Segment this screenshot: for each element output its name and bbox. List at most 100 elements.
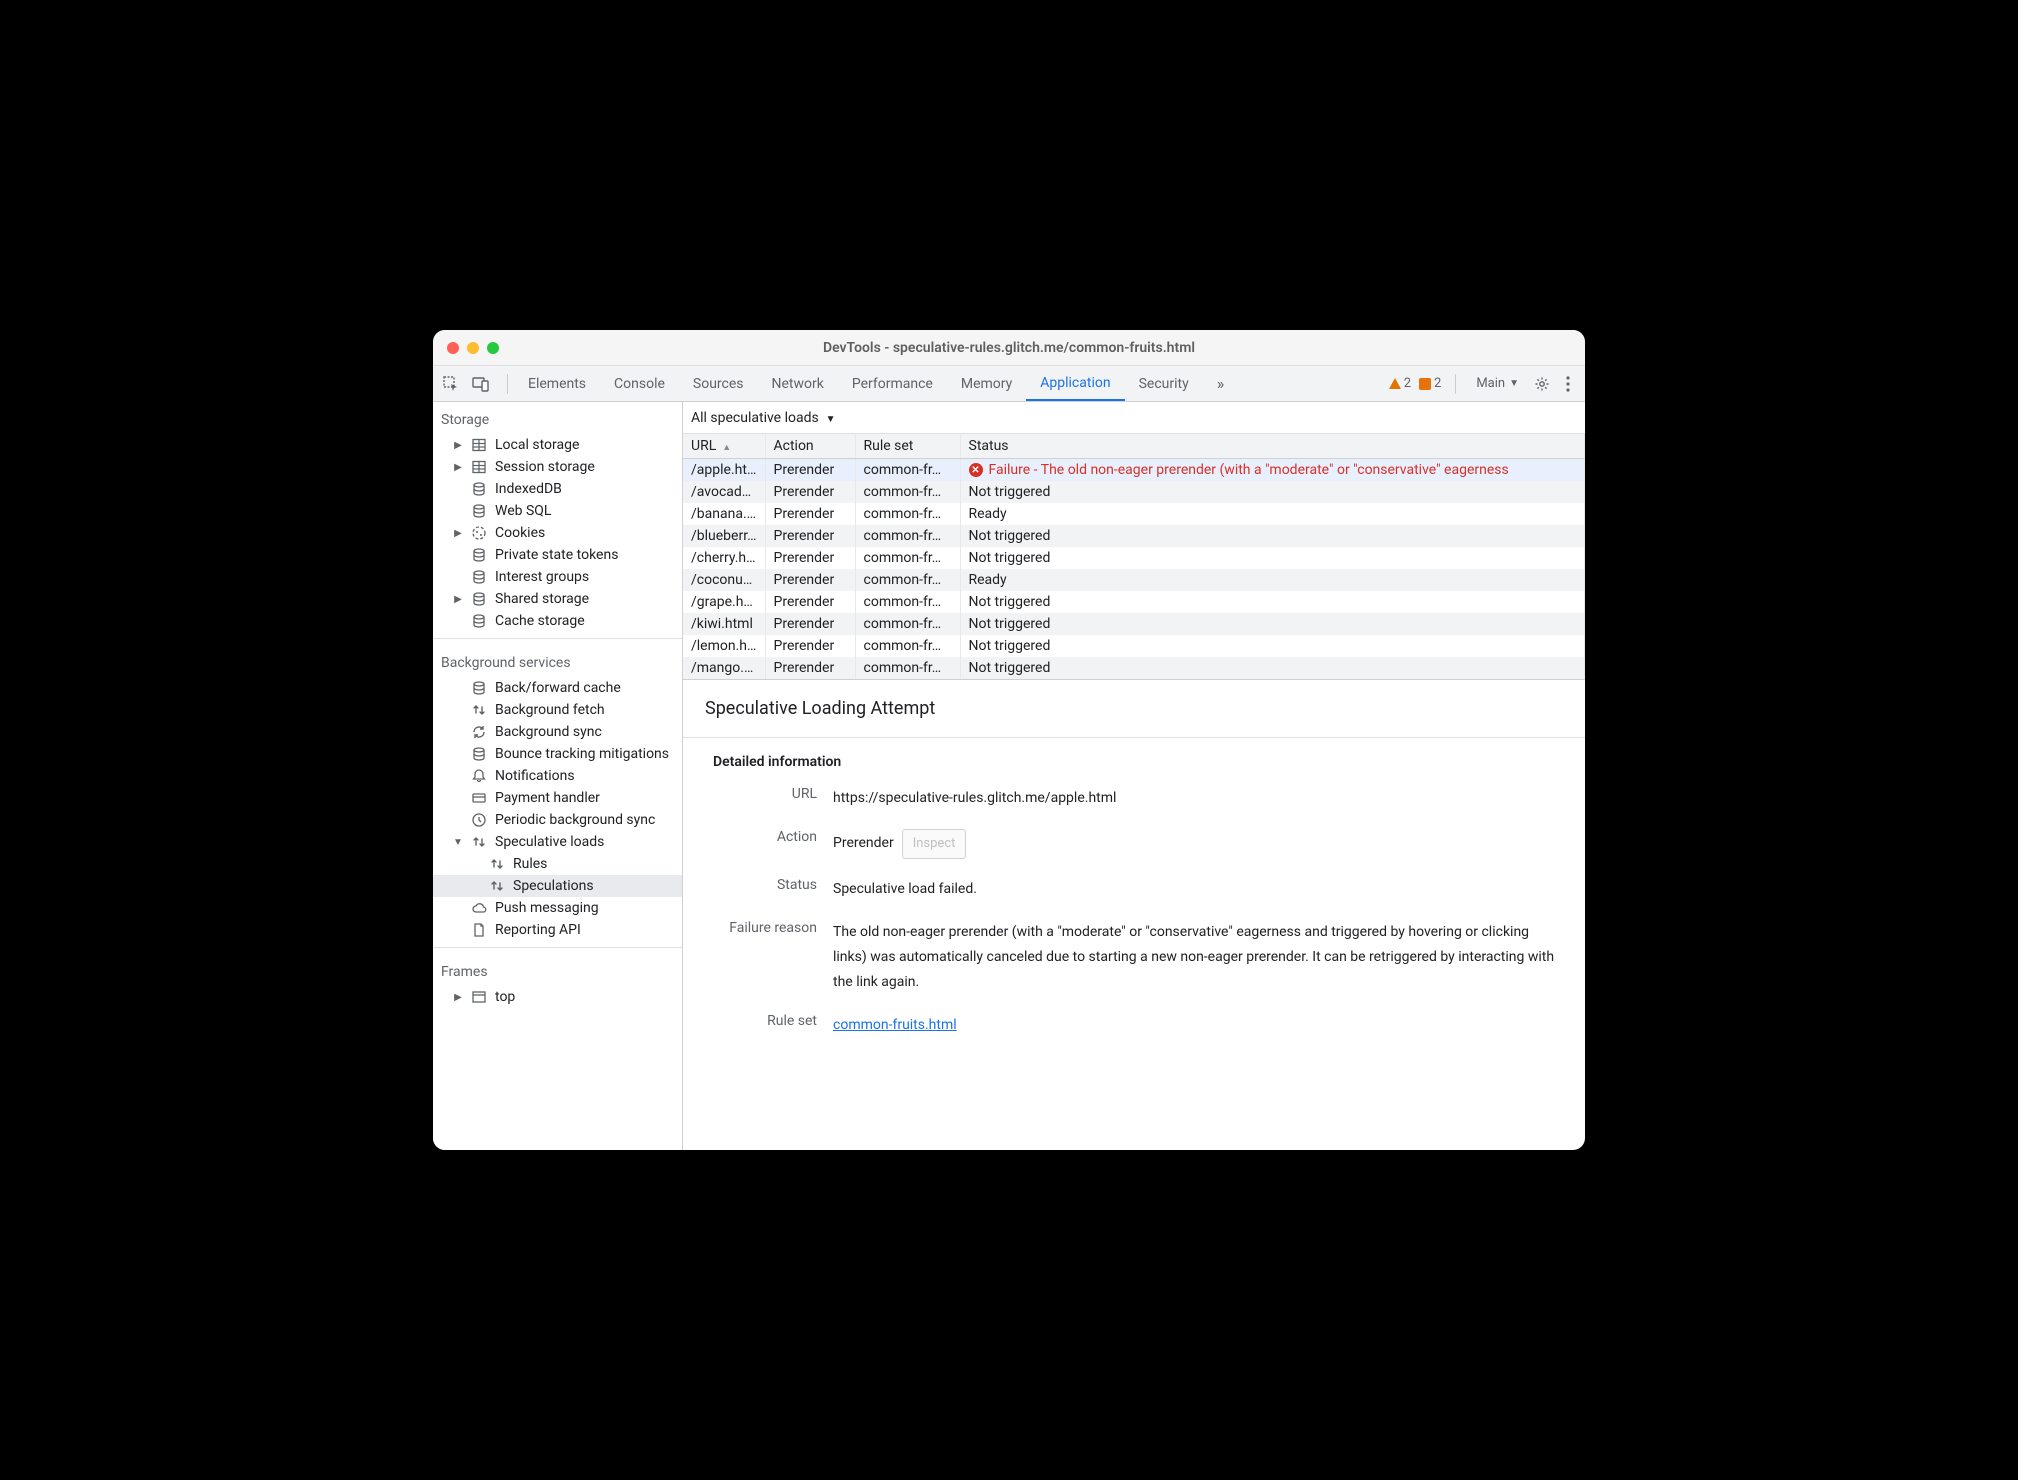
sidebar-item-label: Reporting API bbox=[495, 922, 581, 938]
tab-memory[interactable]: Memory bbox=[947, 366, 1026, 401]
sidebar-item-shared-storage[interactable]: ▶Shared storage bbox=[433, 588, 682, 610]
cell-action: Prerender bbox=[765, 657, 855, 679]
sidebar-item-speculations[interactable]: Speculations bbox=[433, 875, 682, 897]
table-row[interactable]: /coconut…Prerendercommon-fr…Ready bbox=[683, 569, 1585, 591]
tab-console[interactable]: Console bbox=[600, 366, 679, 401]
cell-url: /grape.html bbox=[683, 591, 765, 613]
device-toggle-icon[interactable] bbox=[471, 374, 491, 394]
speculations-table[interactable]: URL▲ActionRule setStatus /apple.htmlPrer… bbox=[683, 434, 1585, 680]
application-sidebar: Storage ▶Local storage▶Session storageIn… bbox=[433, 402, 683, 1150]
more-tabs[interactable]: » bbox=[1203, 374, 1239, 393]
sidebar-item-background-sync[interactable]: Background sync bbox=[433, 721, 682, 743]
cell-url: /blueberr… bbox=[683, 525, 765, 547]
warnings-badge-2[interactable]: 2 bbox=[1419, 376, 1441, 391]
sidebar-item-local-storage[interactable]: ▶Local storage bbox=[433, 434, 682, 456]
more-menu-icon[interactable] bbox=[1559, 375, 1577, 393]
sidebar-item-back-forward-cache[interactable]: Back/forward cache bbox=[433, 677, 682, 699]
sidebar-item-rules[interactable]: Rules bbox=[433, 853, 682, 875]
sidebar-item-label: Local storage bbox=[495, 437, 579, 453]
content-toolbar: All speculative loads ▼ bbox=[683, 402, 1585, 434]
column-header-url[interactable]: URL▲ bbox=[683, 434, 765, 459]
cell-status: Not triggered bbox=[960, 525, 1585, 547]
main-toolbar: ElementsConsoleSourcesNetworkPerformance… bbox=[433, 366, 1585, 402]
sidebar-item-payment-handler[interactable]: Payment handler bbox=[433, 787, 682, 809]
table-row[interactable]: /kiwi.htmlPrerendercommon-fr…Not trigger… bbox=[683, 613, 1585, 635]
db-icon bbox=[471, 547, 487, 563]
maximize-window-button[interactable] bbox=[487, 342, 499, 354]
sidebar-item-cookies[interactable]: ▶Cookies bbox=[433, 522, 682, 544]
db-icon bbox=[471, 591, 487, 607]
sidebar-item-label: Speculations bbox=[513, 878, 594, 894]
updown-icon bbox=[489, 878, 505, 894]
inspect-button[interactable]: Inspect bbox=[902, 829, 967, 858]
db-icon bbox=[471, 746, 487, 762]
window-title: DevTools - speculative-rules.glitch.me/c… bbox=[433, 340, 1585, 356]
column-header-rule-set[interactable]: Rule set bbox=[855, 434, 960, 459]
sidebar-item-label: Cookies bbox=[495, 525, 545, 541]
filter-dropdown[interactable]: All speculative loads ▼ bbox=[691, 410, 836, 426]
cell-status: Ready bbox=[960, 569, 1585, 591]
table-row[interactable]: /apple.htmlPrerendercommon-fr…✕Failure -… bbox=[683, 459, 1585, 482]
cookie-icon bbox=[471, 525, 487, 541]
sidebar-item-bounce-tracking-mitigations[interactable]: Bounce tracking mitigations bbox=[433, 743, 682, 765]
sidebar-item-speculative-loads[interactable]: ▼Speculative loads bbox=[433, 831, 682, 853]
tab-application[interactable]: Application bbox=[1026, 366, 1124, 401]
target-selector[interactable]: Main ▼ bbox=[1470, 376, 1525, 391]
sidebar-item-private-state-tokens[interactable]: Private state tokens bbox=[433, 544, 682, 566]
bell-icon bbox=[471, 768, 487, 784]
sidebar-item-push-messaging[interactable]: Push messaging bbox=[433, 897, 682, 919]
warning-triangle-icon bbox=[1389, 378, 1401, 389]
sidebar-item-label: Notifications bbox=[495, 768, 575, 784]
sidebar-item-web-sql[interactable]: Web SQL bbox=[433, 500, 682, 522]
sidebar-item-periodic-background-sync[interactable]: Periodic background sync bbox=[433, 809, 682, 831]
tab-elements[interactable]: Elements bbox=[514, 366, 600, 401]
expand-arrow-icon: ▶ bbox=[453, 462, 463, 473]
sidebar-item-label: Web SQL bbox=[495, 503, 551, 519]
cell-action: Prerender bbox=[765, 525, 855, 547]
column-header-action[interactable]: Action bbox=[765, 434, 855, 459]
table-row[interactable]: /banana.…Prerendercommon-fr…Ready bbox=[683, 503, 1585, 525]
sidebar-item-background-fetch[interactable]: Background fetch bbox=[433, 699, 682, 721]
table-row[interactable]: /avocad…Prerendercommon-fr…Not triggered bbox=[683, 481, 1585, 503]
settings-icon[interactable] bbox=[1533, 375, 1551, 393]
db-icon bbox=[471, 680, 487, 696]
chevron-down-icon: ▼ bbox=[1509, 378, 1519, 389]
chevron-down-icon: ▼ bbox=[826, 414, 836, 425]
titlebar: DevTools - speculative-rules.glitch.me/c… bbox=[433, 330, 1585, 366]
detail-status-label: Status bbox=[713, 877, 833, 893]
cell-status: Not triggered bbox=[960, 591, 1585, 613]
detail-failure-label: Failure reason bbox=[713, 920, 833, 936]
sidebar-item-notifications[interactable]: Notifications bbox=[433, 765, 682, 787]
tab-security[interactable]: Security bbox=[1125, 366, 1203, 401]
sidebar-item-interest-groups[interactable]: Interest groups bbox=[433, 566, 682, 588]
sidebar-item-cache-storage[interactable]: Cache storage bbox=[433, 610, 682, 632]
sidebar-divider bbox=[433, 947, 682, 948]
ruleset-link[interactable]: common-fruits.html bbox=[833, 1017, 957, 1033]
sidebar-item-label: Cache storage bbox=[495, 613, 585, 629]
sidebar-item-label: Rules bbox=[513, 856, 547, 872]
updown-icon bbox=[471, 702, 487, 718]
column-header-status[interactable]: Status bbox=[960, 434, 1585, 459]
cell-ruleset: common-fr… bbox=[855, 569, 960, 591]
close-window-button[interactable] bbox=[447, 342, 459, 354]
sidebar-item-top[interactable]: ▶top bbox=[433, 986, 682, 1008]
card-icon bbox=[471, 790, 487, 806]
table-row[interactable]: /lemon.h…Prerendercommon-fr…Not triggere… bbox=[683, 635, 1585, 657]
inspect-element-icon[interactable] bbox=[441, 374, 461, 394]
cell-action: Prerender bbox=[765, 591, 855, 613]
table-row[interactable]: /mango.…Prerendercommon-fr…Not triggered bbox=[683, 657, 1585, 679]
table-row[interactable]: /grape.htmlPrerendercommon-fr…Not trigge… bbox=[683, 591, 1585, 613]
table-row[interactable]: /cherry.h…Prerendercommon-fr…Not trigger… bbox=[683, 547, 1585, 569]
detail-ruleset-value: common-fruits.html bbox=[833, 1013, 1563, 1038]
sidebar-item-reporting-api[interactable]: Reporting API bbox=[433, 919, 682, 941]
tab-performance[interactable]: Performance bbox=[838, 366, 947, 401]
sidebar-item-indexeddb[interactable]: IndexedDB bbox=[433, 478, 682, 500]
sidebar-item-session-storage[interactable]: ▶Session storage bbox=[433, 456, 682, 478]
tab-sources[interactable]: Sources bbox=[679, 366, 758, 401]
warnings-badge-1[interactable]: 2 bbox=[1389, 376, 1411, 391]
cell-status: Not triggered bbox=[960, 481, 1585, 503]
table-row[interactable]: /blueberr…Prerendercommon-fr…Not trigger… bbox=[683, 525, 1585, 547]
minimize-window-button[interactable] bbox=[467, 342, 479, 354]
tab-network[interactable]: Network bbox=[758, 366, 838, 401]
sidebar-item-label: IndexedDB bbox=[495, 481, 562, 497]
